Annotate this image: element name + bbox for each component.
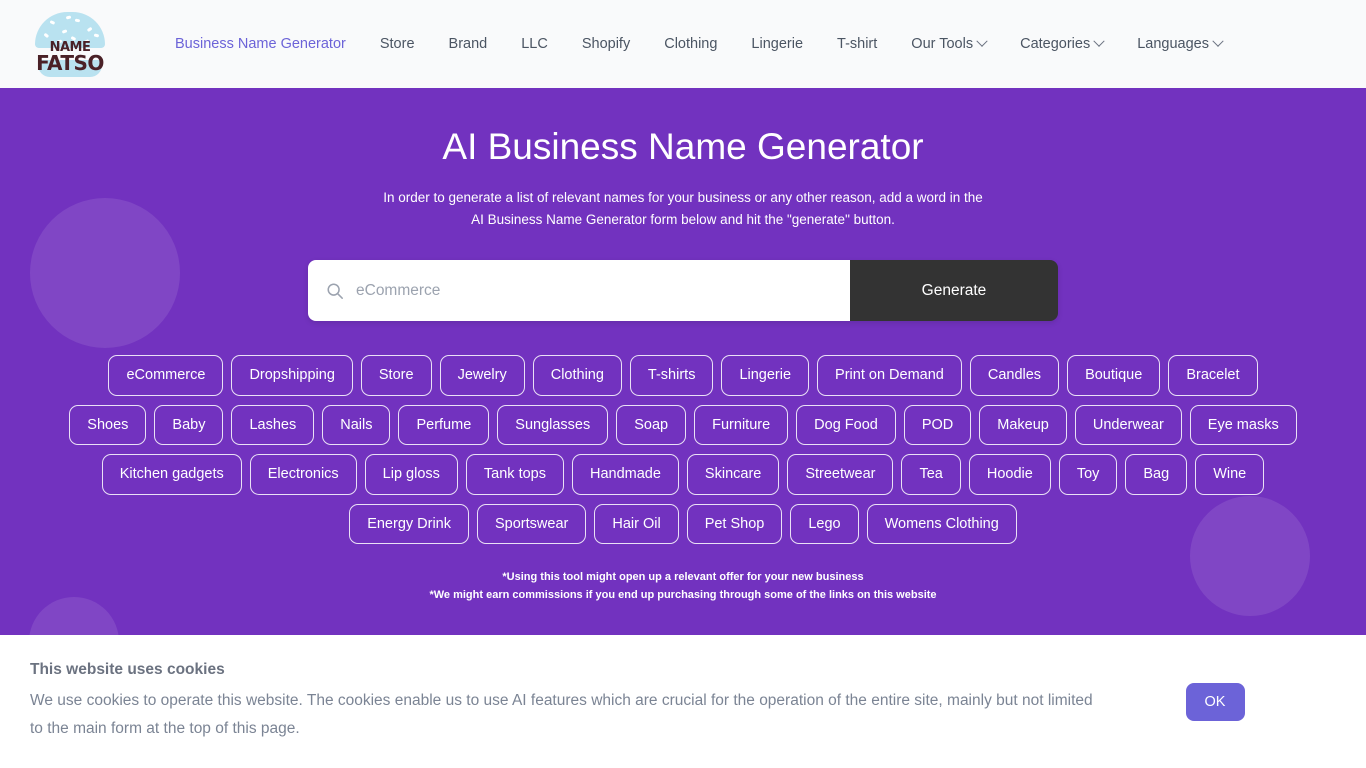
tag-pill[interactable]: POD — [903, 404, 972, 446]
brand-logo[interactable]: NAME FATSO — [30, 8, 110, 80]
nav-label: Languages — [1137, 36, 1209, 52]
nav-label: LLC — [521, 36, 548, 52]
tag-pill[interactable]: Tank tops — [465, 454, 564, 495]
tag-pill[interactable]: Nails — [322, 404, 391, 446]
tag-pill[interactable]: Candles — [969, 355, 1060, 396]
nav-item-lingerie[interactable]: Lingerie — [734, 30, 820, 58]
suggested-keyword-tags: eCommerce Dropshipping Store Jewelry Clo… — [68, 355, 1298, 545]
tag-pill[interactable]: T-shirts — [629, 355, 714, 396]
tag-pill[interactable]: Furniture — [694, 404, 789, 446]
tag-pill[interactable]: Boutique — [1067, 355, 1161, 396]
tag-pill[interactable]: Streetwear — [787, 454, 894, 495]
tag-pill[interactable]: Jewelry — [439, 355, 525, 396]
nav-item-business-name-generator[interactable]: Business Name Generator — [158, 30, 363, 58]
tag-pill[interactable]: Toy — [1058, 454, 1118, 495]
tag-pill[interactable]: Lingerie — [721, 355, 810, 396]
site-header: NAME FATSO Business Name Generator Store… — [0, 0, 1366, 88]
brand-wordmark: NAME FATSO — [30, 41, 110, 73]
disclaimer-text: *Using this tool might open up a relevan… — [0, 568, 1366, 604]
tag-pill[interactable]: Lego — [790, 503, 859, 545]
nav-label: Lingerie — [751, 36, 804, 52]
tag-pill[interactable]: Tea — [901, 454, 961, 495]
tag-pill[interactable]: Handmade — [571, 454, 679, 495]
hero-subtitle-line2: AI Business Name Generator form below an… — [471, 212, 895, 228]
tag-pill[interactable]: Soap — [616, 404, 687, 446]
tag-pill[interactable]: Lashes — [231, 404, 315, 446]
tag-pill[interactable]: Energy Drink — [349, 503, 469, 545]
tag-pill[interactable]: Store — [360, 355, 432, 396]
cookie-banner-title: This website uses cookies — [30, 660, 225, 678]
tag-pill[interactable]: Electronics — [249, 454, 357, 495]
tag-pill[interactable]: Lip gloss — [364, 454, 458, 495]
chevron-down-icon — [1093, 35, 1105, 47]
disclaimer-line2: *We might earn commissions if you end up… — [429, 589, 937, 602]
hero-subtitle: In order to generate a list of relevant … — [333, 187, 1033, 231]
nav-label: Business Name Generator — [175, 36, 346, 52]
chevron-down-icon — [976, 35, 988, 47]
nav-label: Shopify — [581, 36, 631, 52]
nav-label: Clothing — [664, 36, 718, 52]
tag-pill[interactable]: Sportswear — [477, 503, 587, 545]
nav-item-languages[interactable]: Languages — [1120, 30, 1239, 58]
tag-pill[interactable]: Perfume — [398, 404, 490, 446]
cookie-banner-text: This website uses cookies We use cookies… — [30, 661, 1105, 743]
search-input[interactable] — [356, 281, 832, 300]
cookie-consent-banner: This website uses cookies We use cookies… — [0, 635, 1366, 768]
nav-label: Our Tools — [911, 36, 974, 52]
nav-label: Brand — [448, 36, 488, 52]
nav-item-llc[interactable]: LLC — [504, 30, 565, 58]
main-navigation: Business Name Generator Store Brand LLC … — [158, 30, 1239, 58]
hero-section: AI Business Name Generator In order to g… — [0, 88, 1366, 635]
cookie-banner-body: We use cookies to operate this website. … — [30, 691, 1093, 737]
nav-item-clothing[interactable]: Clothing — [647, 30, 734, 58]
tag-pill[interactable]: Shoes — [69, 404, 147, 446]
cookie-banner-actions: OK — [1105, 682, 1325, 721]
tag-pill[interactable]: Skincare — [686, 454, 780, 495]
search-icon — [327, 283, 343, 299]
generate-button[interactable]: Generate — [850, 260, 1058, 322]
tag-pill[interactable]: Womens Clothing — [866, 503, 1017, 545]
tag-pill[interactable]: Kitchen gadgets — [101, 454, 242, 495]
nav-item-categories[interactable]: Categories — [1003, 30, 1120, 58]
nav-item-brand[interactable]: Brand — [432, 30, 505, 58]
tag-pill[interactable]: Clothing — [532, 355, 622, 396]
tag-pill[interactable]: Makeup — [979, 404, 1067, 446]
tag-pill[interactable]: Baby — [154, 404, 224, 446]
cookie-accept-button[interactable]: OK — [1185, 682, 1245, 721]
nav-item-our-tools[interactable]: Our Tools — [894, 30, 1003, 58]
page-title: AI Business Name Generator — [442, 126, 924, 167]
tag-pill[interactable]: Bracelet — [1168, 355, 1258, 396]
tag-pill[interactable]: Eye masks — [1189, 404, 1297, 446]
tag-pill[interactable]: Wine — [1195, 454, 1265, 495]
hero-subtitle-line1: In order to generate a list of relevant … — [383, 190, 983, 206]
tag-pill[interactable]: Hoodie — [968, 454, 1051, 495]
nav-item-shopify[interactable]: Shopify — [565, 30, 647, 58]
tag-pill[interactable]: Dog Food — [796, 404, 896, 446]
tag-pill[interactable]: Pet Shop — [686, 503, 783, 545]
tag-pill[interactable]: Underwear — [1074, 404, 1182, 446]
disclaimer-line1: *Using this tool might open up a relevan… — [502, 571, 864, 584]
nav-item-t-shirt[interactable]: T-shirt — [820, 30, 894, 58]
nav-label: Categories — [1020, 36, 1091, 52]
tag-pill[interactable]: Print on Demand — [817, 355, 962, 396]
nav-item-store[interactable]: Store — [363, 30, 432, 58]
nav-label: Store — [379, 36, 415, 52]
tag-pill[interactable]: Hair Oil — [594, 503, 679, 545]
tag-pill[interactable]: Sunglasses — [497, 404, 609, 446]
name-generator-form: Generate — [308, 260, 1058, 322]
chevron-down-icon — [1212, 35, 1224, 47]
tag-pill[interactable]: Bag — [1125, 454, 1188, 495]
tag-pill[interactable]: eCommerce — [108, 355, 224, 396]
nav-label: T-shirt — [837, 36, 878, 52]
search-input-wrapper[interactable] — [308, 260, 850, 322]
tag-pill[interactable]: Dropshipping — [231, 355, 353, 396]
brand-wordmark-line2: FATSO — [36, 51, 104, 75]
